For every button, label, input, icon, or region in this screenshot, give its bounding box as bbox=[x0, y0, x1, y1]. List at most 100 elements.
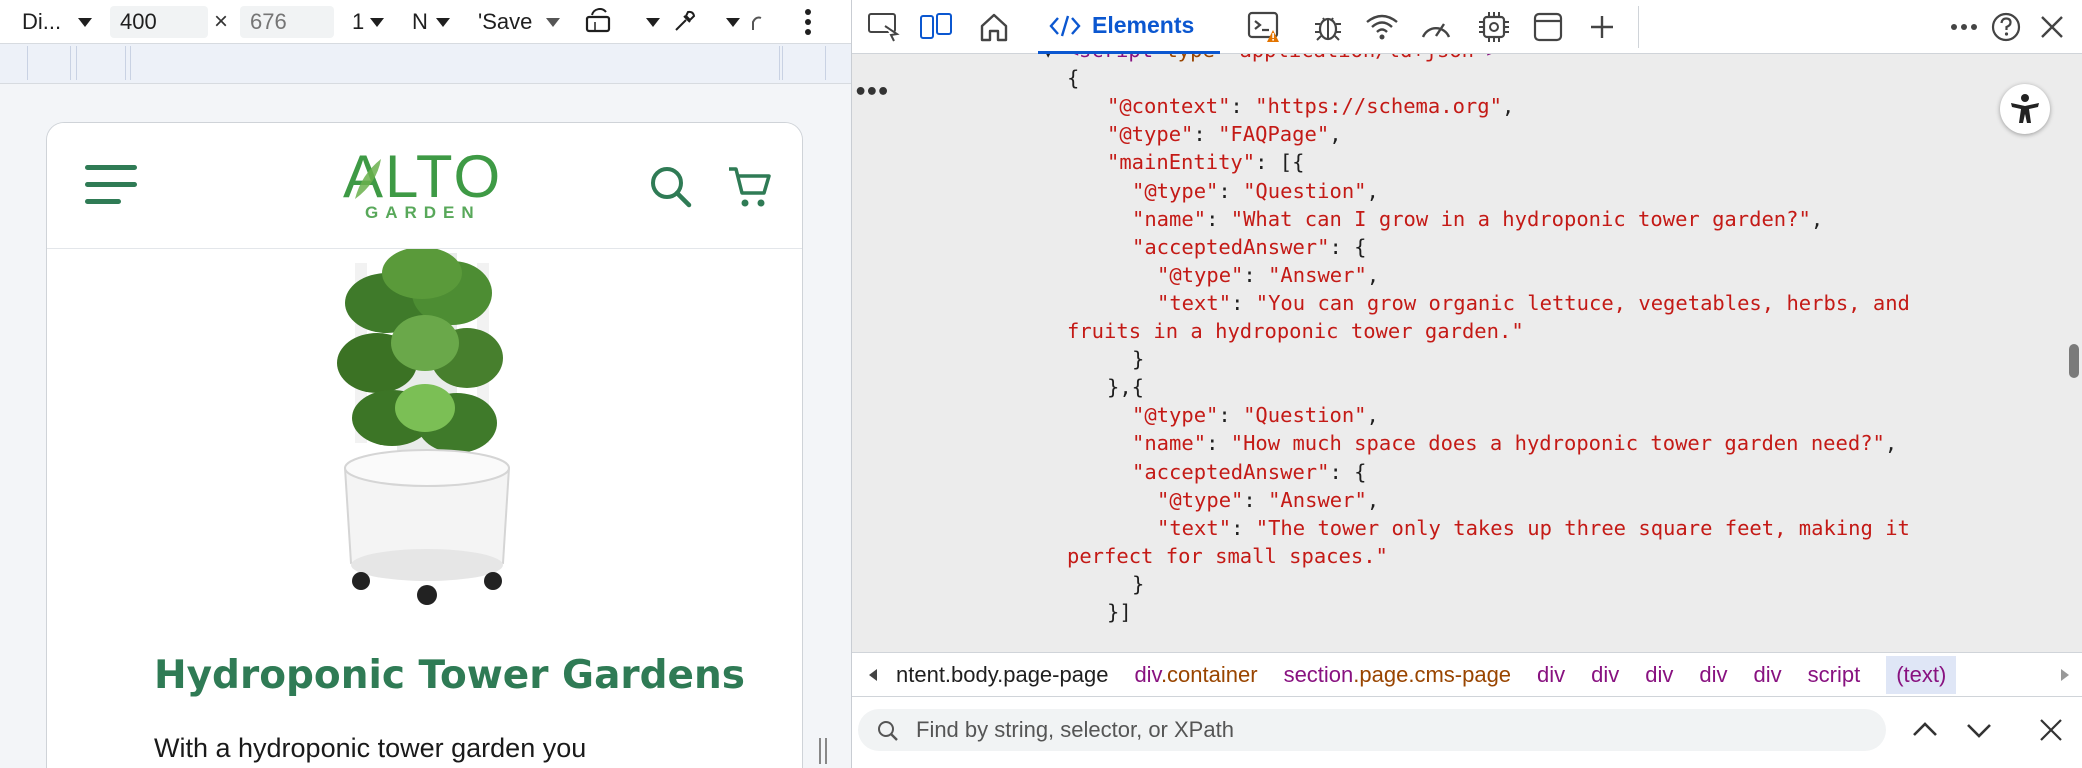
device-select[interactable]: Di... bbox=[22, 9, 61, 35]
code-token: : bbox=[1230, 94, 1256, 119]
device-toggle-icon[interactable] bbox=[916, 8, 956, 46]
toolbar-divider bbox=[1638, 6, 1639, 48]
network-wifi-icon[interactable] bbox=[1362, 8, 1402, 46]
code-line[interactable]: "acceptedAnswer": { bbox=[1132, 458, 1367, 486]
code-line[interactable]: perfect for small spaces." bbox=[1067, 542, 1388, 570]
resize-handle-icon[interactable] bbox=[816, 736, 830, 766]
breadcrumb-item-selected[interactable]: (text) bbox=[1886, 655, 1957, 694]
code-line[interactable]: "name": "What can I grow in a hydroponic… bbox=[1132, 205, 1823, 233]
code-line[interactable]: } bbox=[1132, 570, 1144, 598]
code-token: , bbox=[1810, 206, 1824, 231]
code-line[interactable]: "@type": "Question", bbox=[1132, 401, 1379, 429]
height-input[interactable] bbox=[240, 6, 334, 38]
code-token: ▼ bbox=[1042, 54, 1067, 62]
code-line[interactable]: "@type": "Question", bbox=[1132, 177, 1379, 205]
dom-tree-code-view[interactable]: ••• ▼ <script type="application/ld+json"… bbox=[852, 54, 2082, 652]
inspect-element-icon[interactable] bbox=[864, 8, 904, 46]
code-line[interactable]: "text": "You can grow organic lettuce, v… bbox=[1157, 289, 1910, 317]
code-line[interactable]: "text": "The tower only takes up three s… bbox=[1157, 514, 1910, 542]
selected-node-ellipsis-icon[interactable]: ••• bbox=[854, 80, 890, 105]
breadcrumb-item[interactable]: div bbox=[1591, 662, 1619, 688]
bug-icon[interactable] bbox=[1308, 8, 1348, 46]
breadcrumb-scroll-right-icon[interactable] bbox=[2058, 667, 2072, 683]
code-token: "Answer" bbox=[1268, 487, 1367, 512]
accessibility-icon[interactable] bbox=[2000, 84, 2050, 134]
eyedropper-icon[interactable] bbox=[670, 8, 698, 36]
help-icon[interactable] bbox=[1986, 8, 2026, 46]
find-previous-icon[interactable] bbox=[1910, 717, 1940, 743]
code-line[interactable]: "acceptedAnswer": { bbox=[1132, 233, 1367, 261]
breadcrumb-item[interactable]: div.container bbox=[1134, 662, 1257, 688]
breadcrumb-scroll-left-icon[interactable] bbox=[866, 667, 880, 683]
hamburger-menu-icon[interactable] bbox=[85, 165, 139, 205]
ruler-segment[interactable] bbox=[782, 46, 826, 80]
code-line[interactable]: { bbox=[1067, 64, 1079, 92]
code-token: "acceptedAnswer" bbox=[1132, 234, 1330, 259]
more-tools-icon[interactable] bbox=[1944, 8, 1984, 46]
breadcrumb-item[interactable]: script bbox=[1808, 662, 1861, 688]
breadcrumb-item[interactable]: ntent.body.page-page bbox=[896, 662, 1108, 688]
code-line[interactable]: "@type": "FAQPage", bbox=[1107, 120, 1342, 148]
code-line[interactable]: fruits in a hydroponic tower garden." bbox=[1067, 317, 1524, 345]
breadcrumb-item[interactable]: div bbox=[1537, 662, 1565, 688]
alto-garden-logo[interactable]: ALTO GARDEN bbox=[343, 147, 503, 225]
breadcrumb-item[interactable]: section.page.cms-page bbox=[1284, 662, 1511, 688]
code-line[interactable]: "@type": "Answer", bbox=[1157, 486, 1379, 514]
code-token: "@context" bbox=[1107, 94, 1231, 119]
console-icon[interactable] bbox=[1246, 8, 1286, 46]
code-token: }] bbox=[1107, 600, 1132, 624]
ruler-segment[interactable] bbox=[76, 46, 126, 80]
memory-chip-icon[interactable] bbox=[1474, 8, 1514, 46]
breadcrumb-item[interactable]: div bbox=[1699, 662, 1727, 688]
find-input[interactable] bbox=[858, 709, 1886, 751]
tab-elements[interactable]: Elements bbox=[1038, 0, 1220, 54]
performance-gauge-icon[interactable] bbox=[1416, 8, 1456, 46]
close-devtools-icon[interactable] bbox=[2032, 8, 2072, 46]
code-line[interactable]: "mainEntity": [{ bbox=[1107, 148, 1304, 176]
code-line[interactable]: "@type": "Answer", bbox=[1157, 261, 1379, 289]
breadcrumb-tag: div bbox=[1753, 661, 1782, 687]
code-line[interactable]: "@context": "https://schema.org", bbox=[1107, 92, 1514, 120]
breadcrumb-tag: div bbox=[1134, 661, 1161, 687]
code-token: "acceptedAnswer" bbox=[1132, 459, 1330, 484]
code-line[interactable]: }] bbox=[1107, 598, 1132, 626]
code-line[interactable]: ▼ <script type="application/ld+json"> bbox=[1042, 54, 1499, 64]
code-token: "Answer" bbox=[1268, 262, 1367, 287]
search-icon bbox=[878, 721, 898, 741]
width-input[interactable] bbox=[110, 6, 208, 38]
ruler-segment[interactable] bbox=[130, 46, 780, 80]
breadcrumb-item[interactable]: div bbox=[1645, 662, 1673, 688]
find-next-icon[interactable] bbox=[1964, 717, 1994, 743]
leaf-icon bbox=[355, 159, 381, 199]
capture-caret-icon[interactable] bbox=[726, 18, 740, 27]
search-icon[interactable] bbox=[647, 163, 695, 211]
code-token: : { bbox=[1329, 234, 1367, 259]
code-token: <script bbox=[1067, 54, 1166, 62]
application-panel-icon[interactable] bbox=[1528, 8, 1568, 46]
more-caret-icon[interactable] bbox=[646, 18, 660, 27]
code-token: : bbox=[1218, 178, 1244, 203]
throttle-select[interactable]: N bbox=[412, 9, 428, 35]
code-line[interactable]: "name": "How much space does a hydroponi… bbox=[1132, 429, 1897, 457]
code-line[interactable]: } bbox=[1132, 345, 1144, 373]
touch-icon[interactable] bbox=[750, 10, 764, 34]
code-brackets-icon bbox=[1049, 15, 1081, 36]
dom-breadcrumb: ntent.body.page-page div.container section… bbox=[852, 652, 2082, 696]
breadcrumb-tag: script bbox=[1807, 661, 1861, 687]
scrollbar-thumb[interactable] bbox=[2069, 344, 2079, 378]
breadcrumb-item[interactable]: div bbox=[1754, 662, 1782, 688]
breadcrumb-tag: ntent.body.page-page bbox=[896, 661, 1109, 687]
code-line[interactable]: },{ bbox=[1107, 373, 1144, 401]
code-token: : bbox=[1243, 487, 1269, 512]
close-find-icon[interactable] bbox=[2038, 717, 2064, 743]
cart-icon[interactable] bbox=[726, 163, 774, 211]
save-data-select[interactable]: 'Save bbox=[478, 9, 532, 35]
code-token: "> bbox=[1474, 54, 1499, 62]
rotate-icon[interactable] bbox=[584, 8, 614, 36]
zoom-select[interactable]: 1 bbox=[352, 9, 364, 35]
add-tab-icon[interactable] bbox=[1582, 8, 1622, 46]
ruler-segment[interactable] bbox=[27, 46, 71, 80]
home-icon[interactable] bbox=[974, 8, 1014, 46]
more-options-icon[interactable] bbox=[800, 6, 816, 38]
code-token: "@type" bbox=[1132, 403, 1219, 428]
